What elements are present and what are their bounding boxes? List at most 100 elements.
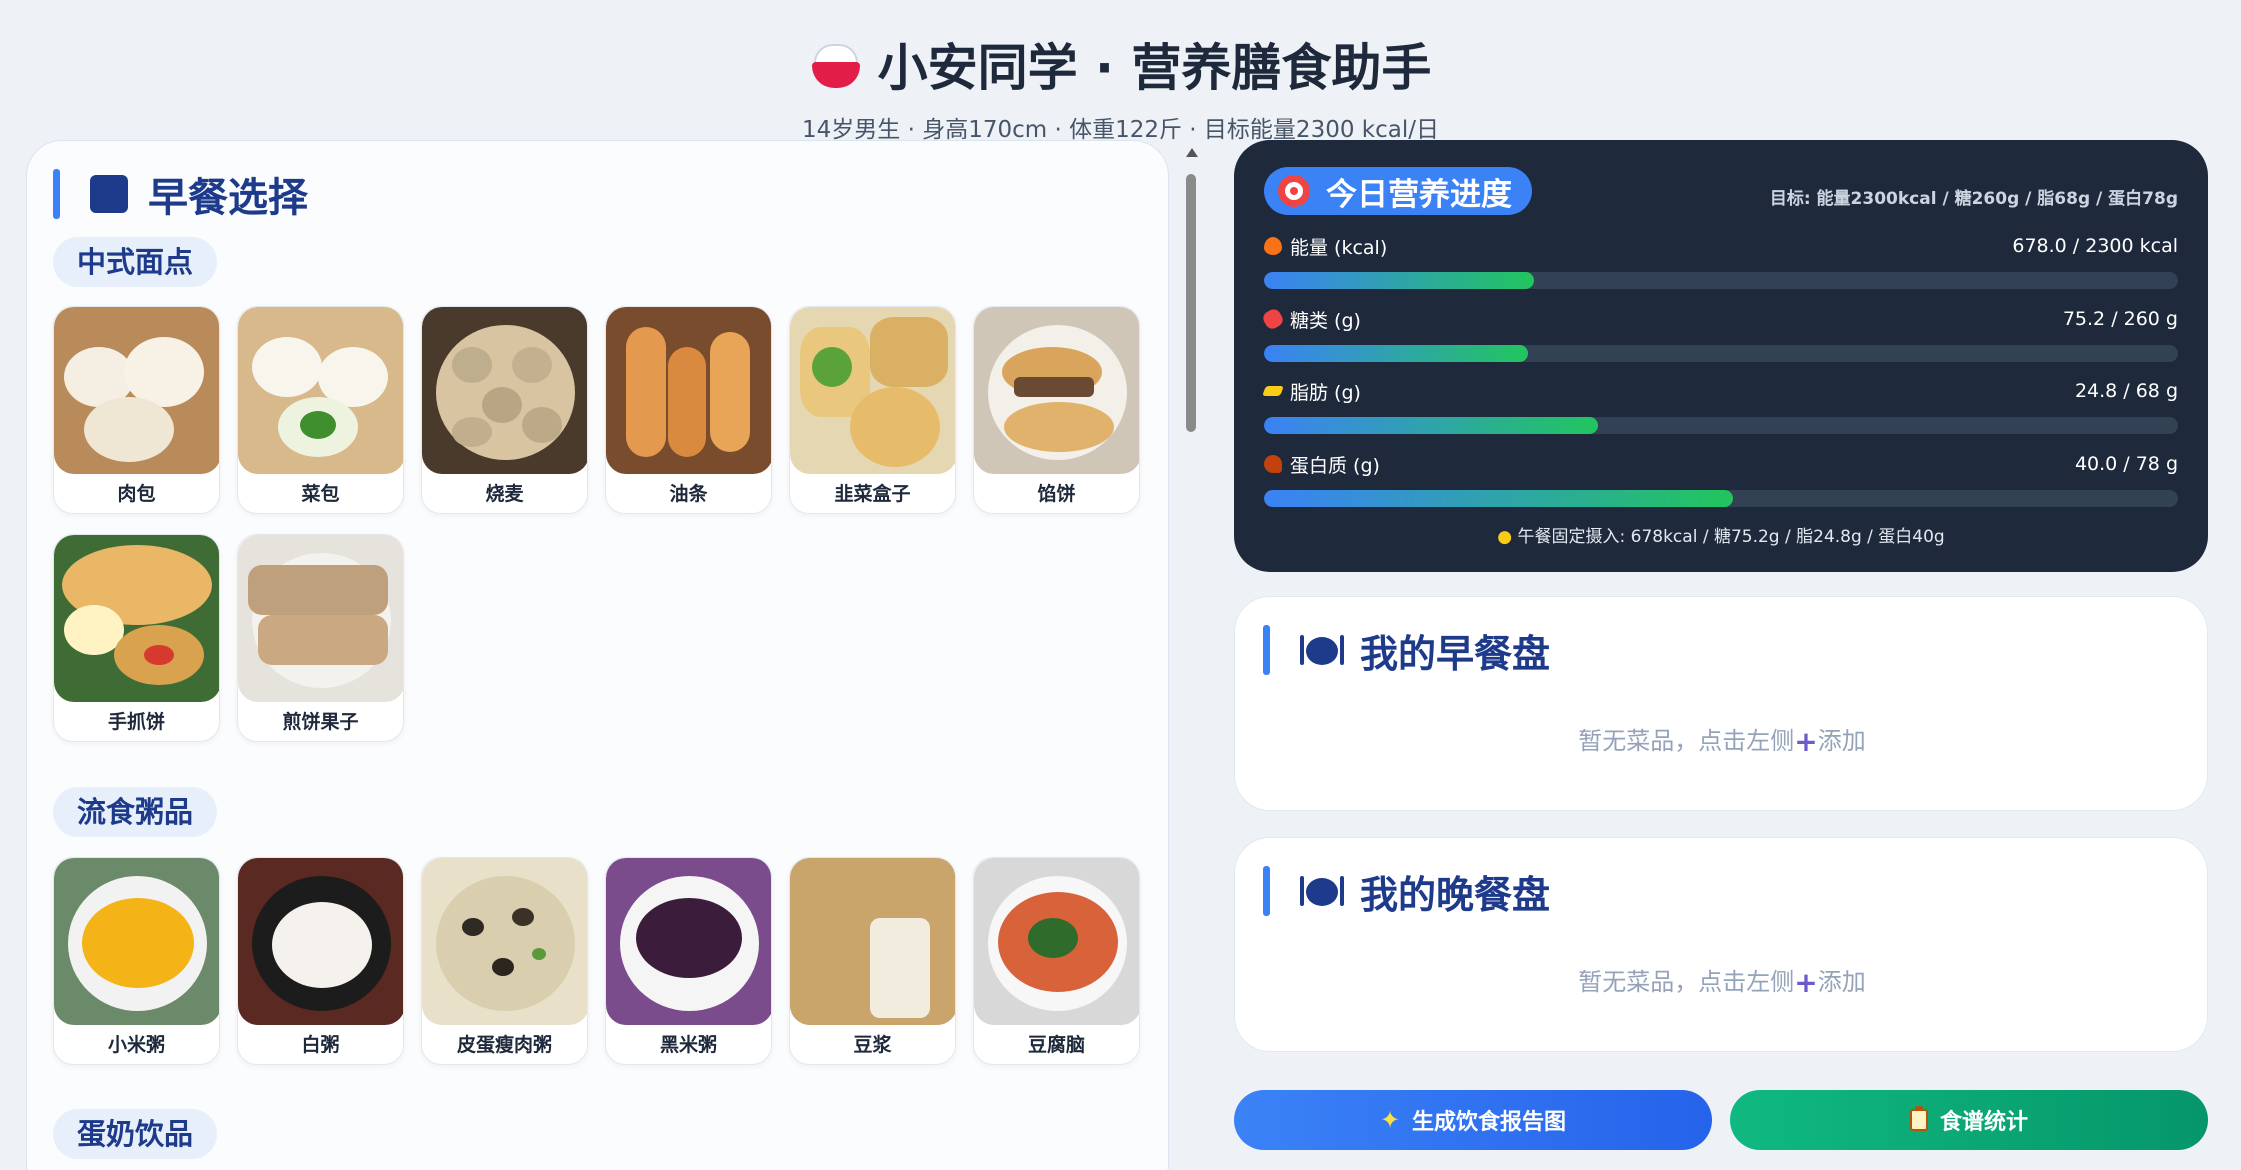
accent-bar [1263,866,1270,916]
sparkle-icon: ✦ [1379,1106,1401,1134]
scroll-up-arrow-icon[interactable] [1186,148,1198,157]
nutrient-sugar: 糖类 (g) 75.2 / 260 g [1260,305,2178,362]
food-card[interactable]: 馅饼 [973,306,1140,514]
accent-bar [1263,625,1270,675]
fire-icon [1264,237,1282,255]
generate-report-button[interactable]: ✦ 生成饮食报告图 [1234,1090,1712,1150]
food-card[interactable]: 韭菜盒子 [789,306,956,514]
food-image [54,307,219,474]
empty-hint-suffix: 添加 [1817,968,1866,996]
food-card[interactable]: 肉包 [53,306,220,514]
nutrient-energy: 能量 (kcal) 678.0 / 2300 kcal [1264,232,2178,289]
plate-cutlery-icon [1300,874,1344,908]
food-name: 韭菜盒子 [834,483,911,505]
dinner-plate-card: 我的晚餐盘 暂无菜品，点击左侧+添加 [1234,837,2208,1052]
progress-track [1264,272,2178,289]
progress-title: 今日营养进度 [1326,176,1512,213]
food-card[interactable]: 黑米粥 [605,857,772,1065]
app-header: 小安同学 · 营养膳食助手 14岁男生 · 身高170cm · 体重122斤 ·… [0,28,2241,144]
category-label: 流食粥品 [53,787,218,837]
food-card[interactable]: 小米粥 [53,857,220,1065]
section-header: 早餐选择 [53,169,308,221]
nutrition-progress-card: 今日营养进度 目标: 能量2300kcal / 糖260g / 脂68g / 蛋… [1234,140,2208,572]
lunch-note-text: 午餐固定摄入: 678kcal / 糖75.2g / 脂24.8g / 蛋白40… [1517,527,1945,547]
progress-track [1264,345,2178,362]
breakfast-selection-panel[interactable]: 早餐选择 中式面点 肉包 菜包 烧麦 油条 韭菜盒子 馅饼 手抓饼 煎饼果子 流… [26,140,1169,1170]
food-name: 煎饼果子 [282,711,359,733]
square-icon [90,175,128,213]
candy-icon [1260,306,1286,332]
food-card[interactable]: 白粥 [237,857,404,1065]
plus-icon: + [1794,966,1818,999]
food-name: 豆浆 [853,1034,892,1056]
progress-fill [1264,345,1529,362]
food-name: 油条 [669,483,708,505]
scroll-thumb[interactable] [1186,174,1196,432]
food-name: 小米粥 [107,1034,165,1056]
food-name: 黑米粥 [659,1034,717,1056]
app-subtitle: 14岁男生 · 身高170cm · 体重122斤 · 目标能量2300 kcal… [802,117,1439,143]
food-card[interactable]: 皮蛋瘦肉粥 [421,857,588,1065]
generate-report-label: 生成饮食报告图 [1412,1110,1567,1135]
food-image [974,858,1139,1025]
category-label: 蛋奶饮品 [53,1109,218,1159]
food-image [54,858,219,1025]
nutrient-label: 脂肪 (g) [1290,381,1361,404]
progress-track [1264,417,2178,434]
nutrient-label: 能量 (kcal) [1290,236,1388,259]
scrollbar[interactable] [1184,148,1198,1170]
food-card[interactable]: 豆腐脑 [973,857,1140,1065]
food-card[interactable]: 豆浆 [789,857,956,1065]
food-image [974,307,1139,474]
plate-cutlery-icon [1300,633,1344,667]
food-card[interactable]: 菜包 [237,306,404,514]
food-image [606,858,771,1025]
nutrient-label: 蛋白质 (g) [1290,454,1380,477]
nutrient-protein: 蛋白质 (g) 40.0 / 78 g [1264,450,2178,507]
nutrient-label: 糖类 (g) [1290,309,1361,332]
lightbulb-icon: ● [1497,527,1513,547]
breakfast-plate-card: 我的早餐盘 暂无菜品，点击左侧+添加 [1234,596,2208,811]
progress-goal: 目标: 能量2300kcal / 糖260g / 脂68g / 蛋白78g [1769,189,2178,209]
progress-fill [1264,490,1733,507]
app-title: 小安同学 · 营养膳食助手 [877,39,1432,97]
accent-bar [53,169,60,219]
food-name: 菜包 [301,483,340,505]
food-card[interactable]: 煎饼果子 [237,534,404,742]
app-title-row: 小安同学 · 营养膳食助手 [810,28,1432,100]
food-name: 手抓饼 [107,711,165,733]
lunch-note: ● 午餐固定摄入: 678kcal / 糖75.2g / 脂24.8g / 蛋白… [1234,522,2208,547]
category-label: 中式面点 [53,237,218,287]
empty-hint: 暂无菜品，点击左侧 [1578,727,1795,755]
nutrient-value: 678.0 / 2300 kcal [2012,235,2178,257]
dinner-plate-title: 我的晚餐盘 [1360,872,1551,917]
food-card[interactable]: 烧麦 [421,306,588,514]
food-name: 烧麦 [485,483,524,505]
dinner-plate-empty: 暂无菜品，点击左侧+添加 [1235,962,2209,999]
food-card[interactable]: 油条 [605,306,772,514]
breakfast-plate-title: 我的早餐盘 [1360,631,1551,676]
progress-fill [1264,417,1598,434]
progress-fill [1264,272,1534,289]
food-image [790,307,955,474]
food-name: 馅饼 [1037,483,1076,505]
progress-title-pill: 今日营养进度 [1264,167,1532,215]
rice-bowl-icon [810,40,862,88]
food-name: 白粥 [301,1034,340,1056]
food-name: 肉包 [117,483,156,505]
nutrient-value: 75.2 / 260 g [2062,308,2178,330]
food-name: 豆腐脑 [1027,1034,1085,1056]
food-image [54,535,219,702]
food-image [238,307,403,474]
food-image [422,307,587,474]
food-card[interactable]: 手抓饼 [53,534,220,742]
section-title: 早餐选择 [148,175,308,221]
recipe-stats-button[interactable]: 食谱统计 [1730,1090,2208,1150]
progress-track [1264,490,2178,507]
food-name: 皮蛋瘦肉粥 [456,1034,552,1056]
clipboard-icon [1909,1106,1928,1131]
breakfast-plate-empty: 暂无菜品，点击左侧+添加 [1235,721,2209,758]
empty-hint-suffix: 添加 [1817,727,1866,755]
food-grid-pastry: 肉包 菜包 烧麦 油条 韭菜盒子 馅饼 手抓饼 煎饼果子 [53,306,1140,742]
food-image [422,858,587,1025]
